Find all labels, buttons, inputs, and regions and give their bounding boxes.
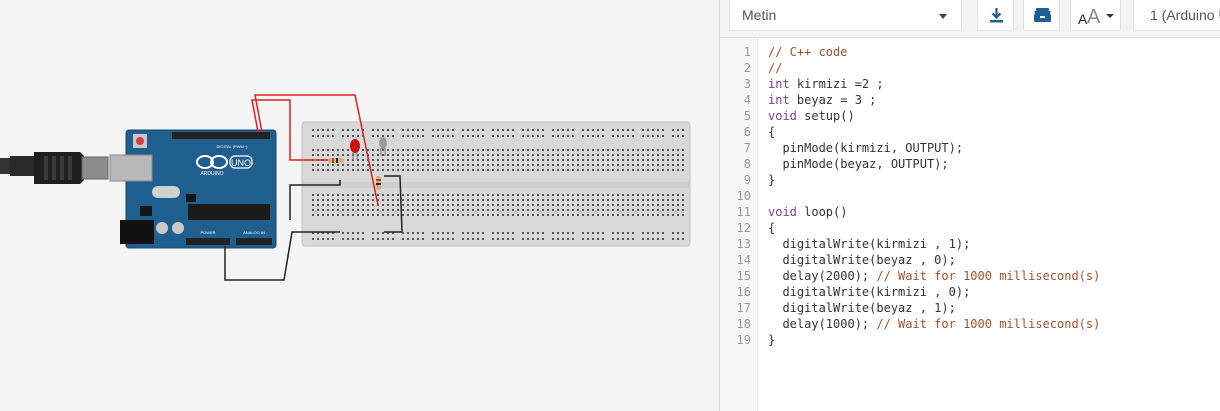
line-number: 6 bbox=[743, 125, 751, 139]
code-mode-label: Metin bbox=[742, 7, 777, 23]
chevron-down-icon bbox=[939, 14, 947, 19]
code-comment: // Wait for 1000 millisecond(s) bbox=[876, 317, 1101, 331]
code-token: beyaz = 3 ; bbox=[789, 93, 877, 107]
analog-header-label: ANALOG IN bbox=[243, 230, 265, 235]
code-line[interactable]: digitalWrite(beyaz , 0); bbox=[768, 252, 956, 268]
code-line[interactable]: digitalWrite(kirmizi , 1); bbox=[768, 236, 970, 252]
line-number: 2 bbox=[743, 61, 751, 75]
code-token: { bbox=[768, 125, 776, 139]
line-number: 17 bbox=[736, 301, 751, 315]
usb-cable[interactable] bbox=[0, 152, 109, 184]
line-number: 16 bbox=[736, 285, 751, 299]
code-token: { bbox=[768, 221, 776, 235]
code-keyword: int bbox=[768, 93, 790, 107]
code-token: } bbox=[768, 333, 776, 347]
line-number: 12 bbox=[736, 221, 751, 235]
code-mode-dropdown[interactable]: Metin bbox=[729, 0, 962, 31]
code-line[interactable]: void setup() bbox=[768, 108, 855, 124]
code-token: loop() bbox=[796, 205, 848, 219]
board-selector-label: 1 (Arduino Uno R3) bbox=[1150, 7, 1220, 23]
code-token: digitalWrite(beyaz , 1); bbox=[768, 301, 956, 315]
download-icon bbox=[990, 8, 1003, 23]
board-selector-dropdown[interactable]: 1 (Arduino Uno R3) bbox=[1133, 0, 1220, 31]
line-number: 8 bbox=[743, 157, 751, 171]
line-number: 18 bbox=[736, 317, 751, 331]
code-token: kirmizi =2 ; bbox=[789, 77, 884, 91]
code-keyword: int bbox=[768, 77, 790, 91]
breadboard[interactable] bbox=[301, 121, 691, 247]
code-token: pinMode(beyaz, OUTPUT); bbox=[768, 157, 949, 171]
line-number: 15 bbox=[736, 269, 751, 283]
code-toolbar: Metin A A 1 (Arduino Uno R bbox=[720, 0, 1220, 38]
line-number: 14 bbox=[736, 253, 751, 267]
line-number: 13 bbox=[736, 237, 751, 251]
code-line[interactable]: pinMode(kirmizi, OUTPUT); bbox=[768, 140, 963, 156]
line-number: 4 bbox=[743, 93, 751, 107]
line-number: 11 bbox=[736, 205, 751, 219]
code-comment: // Wait for 1000 millisecond(s) bbox=[876, 269, 1101, 283]
font-size-icon: A A bbox=[1078, 6, 1114, 26]
arduino-uno-board[interactable]: UNO ARDUINO DIGITAL (PWM~) POWER ANALOG … bbox=[109, 129, 277, 249]
line-number: 5 bbox=[743, 109, 751, 123]
code-token: delay(2000); bbox=[768, 269, 877, 283]
code-token: digitalWrite(beyaz , 0); bbox=[768, 253, 956, 267]
code-line[interactable]: digitalWrite(kirmizi , 0); bbox=[768, 284, 970, 300]
line-number-gutter: 1 2 3 4 5 6 7 8 9 10 11 12 13 14 15 16 17 18 19 bbox=[720, 38, 758, 411]
code-line[interactable]: { bbox=[768, 220, 775, 236]
line-number: 19 bbox=[736, 333, 751, 347]
code-token: pinMode(kirmizi, OUTPUT); bbox=[768, 141, 964, 155]
board-brand-label: ARDUINO bbox=[200, 171, 223, 177]
line-number: 9 bbox=[743, 173, 751, 187]
code-line[interactable]: // bbox=[768, 60, 782, 76]
line-number: 3 bbox=[743, 77, 751, 91]
line-number: 7 bbox=[743, 141, 751, 155]
resistor-2[interactable] bbox=[376, 176, 381, 190]
line-number: 1 bbox=[743, 45, 751, 59]
code-line[interactable]: } bbox=[768, 332, 775, 348]
code-line[interactable]: int beyaz = 3 ; bbox=[768, 92, 876, 108]
component-library-icon bbox=[1034, 8, 1051, 22]
code-keyword: void bbox=[768, 205, 797, 219]
circuit-canvas[interactable]: UNO ARDUINO DIGITAL (PWM~) POWER ANALOG … bbox=[0, 0, 719, 411]
code-token: delay(1000); bbox=[768, 317, 877, 331]
font-size-button[interactable]: A A bbox=[1070, 0, 1121, 31]
download-code-button[interactable] bbox=[977, 0, 1014, 31]
code-token: digitalWrite(kirmizi , 0); bbox=[768, 285, 971, 299]
code-line[interactable]: digitalWrite(beyaz , 1); bbox=[768, 300, 956, 316]
line-number: 10 bbox=[736, 189, 751, 203]
code-comment: // C++ code bbox=[768, 45, 848, 59]
code-line[interactable]: // C++ code bbox=[768, 44, 847, 60]
circuit-workspace[interactable]: UNO ARDUINO DIGITAL (PWM~) POWER ANALOG … bbox=[0, 0, 719, 411]
svg-text:A: A bbox=[1087, 6, 1101, 26]
code-line[interactable]: pinMode(beyaz, OUTPUT); bbox=[768, 156, 949, 172]
digital-header-label: DIGITAL (PWM~) bbox=[217, 144, 249, 149]
code-line[interactable]: delay(1000); // Wait for 1000 millisecon… bbox=[768, 316, 1100, 332]
resistor-1[interactable] bbox=[328, 158, 344, 163]
code-keyword: void bbox=[768, 109, 797, 123]
code-line[interactable]: delay(2000); // Wait for 1000 millisecon… bbox=[768, 268, 1100, 284]
board-model-label: UNO bbox=[231, 158, 251, 168]
component-library-button[interactable] bbox=[1023, 0, 1060, 31]
power-header-label: POWER bbox=[200, 230, 215, 235]
code-token: } bbox=[768, 173, 776, 187]
code-line[interactable]: int kirmizi =2 ; bbox=[768, 76, 884, 92]
code-editor-panel: Metin A A 1 (Arduino Uno R bbox=[719, 0, 1220, 411]
code-token: setup() bbox=[796, 109, 855, 123]
code-line[interactable]: void loop() bbox=[768, 204, 847, 220]
code-line[interactable]: { bbox=[768, 124, 775, 140]
code-line[interactable]: } bbox=[768, 172, 775, 188]
code-token: digitalWrite(kirmizi , 1); bbox=[768, 237, 971, 251]
code-comment: // bbox=[768, 61, 783, 75]
